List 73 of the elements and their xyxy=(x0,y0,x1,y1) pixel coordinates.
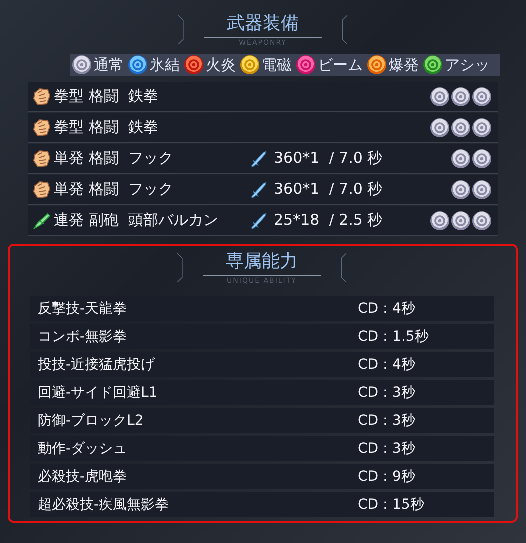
slot-icon xyxy=(472,210,492,230)
cannon-icon xyxy=(32,210,52,230)
ability-cooldown: CD：4秒 xyxy=(358,356,416,374)
ability-cooldown: CD：1.5秒 xyxy=(358,328,430,346)
ability-row[interactable]: 投技-近接猛虎投げ CD：4秒 xyxy=(30,352,494,377)
ability-name: 動作-ダッシュ xyxy=(38,440,128,458)
weapon-name: 単発 格闘 フック xyxy=(54,180,174,199)
ability-cooldown: CD：3秒 xyxy=(358,440,416,458)
ability-cooldown: CD：15秒 xyxy=(358,496,426,514)
element-icon xyxy=(184,55,204,75)
ability-cooldown: CD：3秒 xyxy=(358,384,416,402)
weapon-name: 単発 格闘 フック xyxy=(54,149,174,168)
ability-name: 反撃技-天龍拳 xyxy=(38,300,128,318)
ability-row[interactable]: 超必殺技-疾風無影拳 CD：15秒 xyxy=(30,492,494,517)
slot-icon xyxy=(451,86,471,106)
weapon-row[interactable]: 単発 格闘 フック 360*1 / 7.0 秒 xyxy=(28,175,498,205)
slot-icon xyxy=(451,180,471,200)
ability-row[interactable]: 動作-ダッシュ CD：3秒 xyxy=(30,436,494,461)
element-icon xyxy=(367,55,387,75)
section-title: 専属能力 xyxy=(226,250,298,272)
weapon-row[interactable]: 連発 副砲 頭部バルカン 25*18 / 2.5 秒 xyxy=(28,206,498,236)
element-icon xyxy=(128,55,148,75)
slot-icon xyxy=(472,148,492,168)
element-icon xyxy=(240,55,260,75)
sword-icon xyxy=(250,180,268,198)
element-label: 通常 xyxy=(94,56,124,74)
ability-name: 回避-サイド回避L1 xyxy=(38,384,159,402)
slot-icon xyxy=(430,210,450,230)
sword-icon xyxy=(250,212,268,230)
ability-name: 必殺技-虎咆拳 xyxy=(38,468,128,486)
slot-icon xyxy=(430,118,450,138)
ability-row[interactable]: コンボ-無影拳 CD：1.5秒 xyxy=(30,324,494,349)
fist-icon xyxy=(32,118,52,138)
ability-name: コンボ-無影拳 xyxy=(38,328,128,346)
ability-cooldown: CD：9秒 xyxy=(358,468,416,486)
fist-icon xyxy=(32,148,52,168)
fist-icon xyxy=(32,86,52,106)
element-label: 火炎 xyxy=(206,56,236,74)
ability-name: 超必殺技-疾風無影拳 xyxy=(38,496,170,514)
ability-cooldown: CD：4秒 xyxy=(358,300,416,318)
section-title: 武器装備 xyxy=(227,12,299,34)
ability-name: 投技-近接猛虎投げ xyxy=(38,356,156,374)
weapon-row[interactable]: 拳型 格闘 鉄拳 xyxy=(28,113,498,143)
weapon-damage: 360*1 / 7.0 秒 xyxy=(273,180,384,199)
slot-icon xyxy=(472,118,492,138)
element-label: 氷結 xyxy=(150,56,180,74)
element-icon xyxy=(423,55,443,75)
weapon-name: 拳型 格闘 鉄拳 xyxy=(54,118,160,137)
fist-icon xyxy=(32,180,52,200)
weapon-row[interactable]: 単発 格闘 フック 360*1 / 7.0 秒 xyxy=(28,144,498,174)
slot-icon xyxy=(472,86,492,106)
element-icon xyxy=(72,55,92,75)
weapon-name: 拳型 格闘 鉄拳 xyxy=(54,87,160,106)
ability-row[interactable]: 防御-ブロックL2 CD：3秒 xyxy=(30,408,494,433)
slot-icon xyxy=(451,118,471,138)
element-label: 電磁 xyxy=(262,56,292,74)
weapon-damage: 360*1 / 7.0 秒 xyxy=(273,149,384,168)
weapon-damage: 25*18 / 2.5 秒 xyxy=(273,211,384,230)
weapon-row[interactable]: 拳型 格闘 鉄拳 xyxy=(28,82,498,112)
sword-icon xyxy=(250,150,268,168)
slot-icon xyxy=(430,86,450,106)
slot-icon xyxy=(451,148,471,168)
element-icon xyxy=(296,55,316,75)
ability-cooldown: CD：3秒 xyxy=(358,412,416,430)
weapon-name: 連発 副砲 頭部バルカン xyxy=(54,211,220,230)
ability-row[interactable]: 必殺技-虎咆拳 CD：9秒 xyxy=(30,464,494,489)
element-label: ビーム xyxy=(318,56,363,74)
element-label: 爆発 xyxy=(389,56,419,74)
element-label: アシッ xyxy=(445,56,490,74)
slot-icon xyxy=(472,180,492,200)
ability-row[interactable]: 反撃技-天龍拳 CD：4秒 xyxy=(30,296,494,321)
ability-name: 防御-ブロックL2 xyxy=(38,412,145,430)
slot-icon xyxy=(451,210,471,230)
